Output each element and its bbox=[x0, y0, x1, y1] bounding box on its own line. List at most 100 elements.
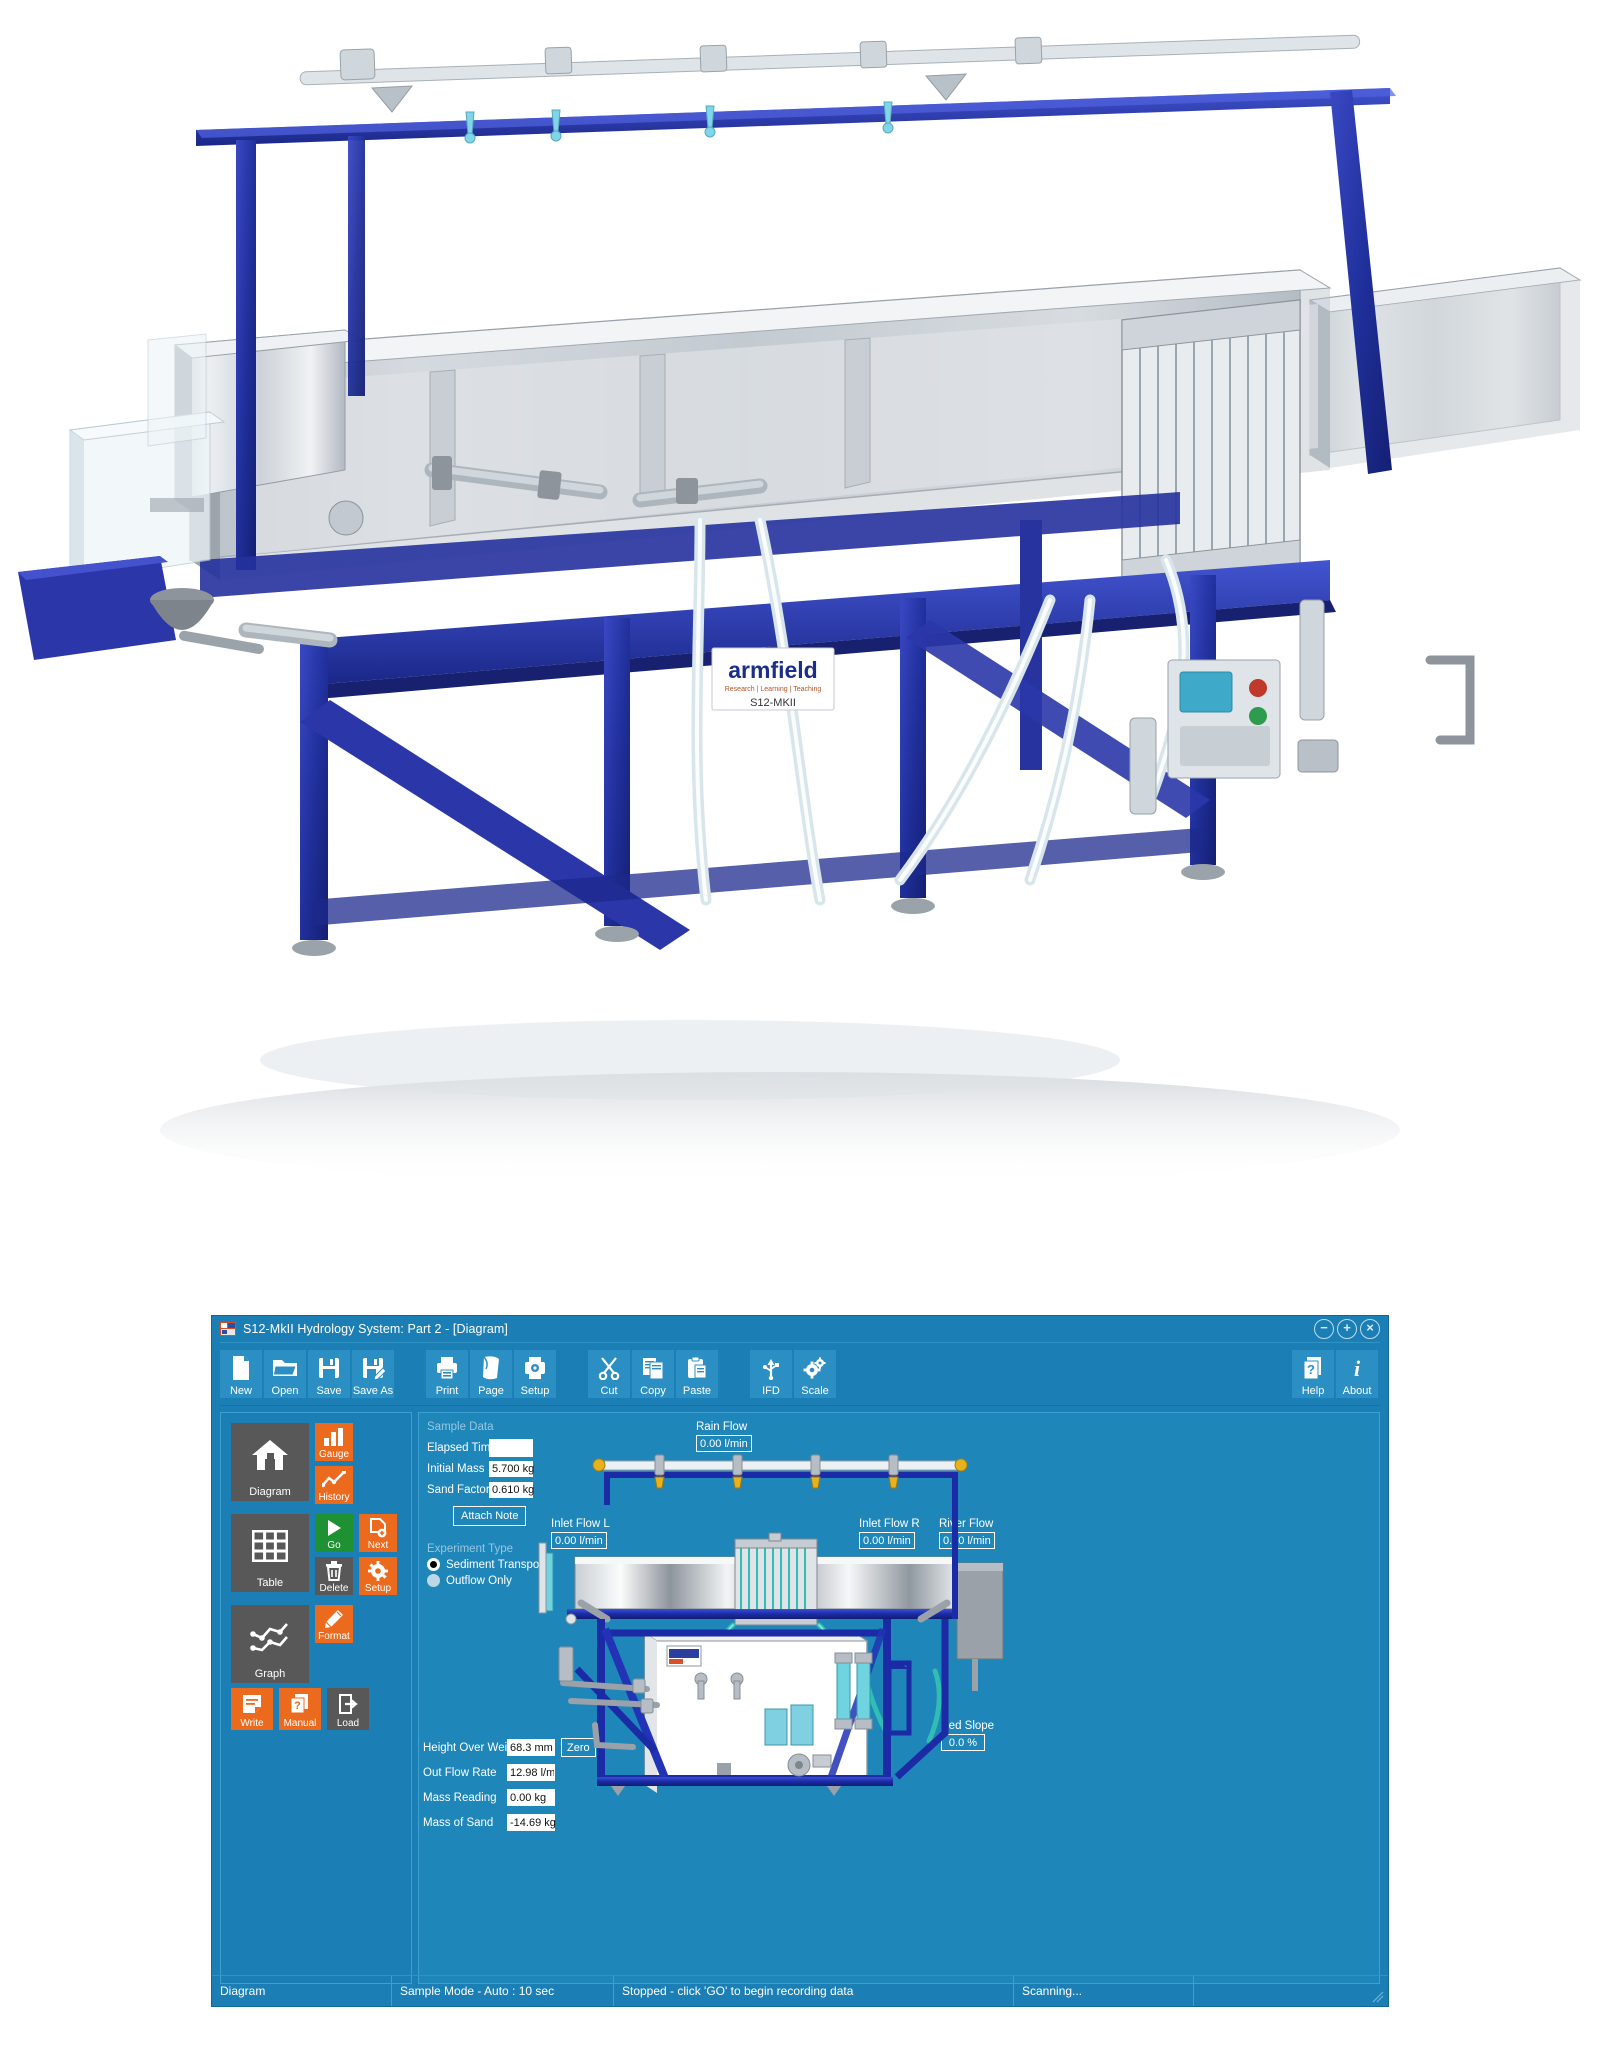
print-button[interactable]: Print bbox=[426, 1350, 468, 1398]
status-state: Stopped - click 'GO' to begin recording … bbox=[614, 1976, 1014, 2006]
sidebar-item-graph[interactable]: Graph bbox=[231, 1605, 309, 1683]
question-book-icon: ? bbox=[290, 1688, 310, 1719]
scale-button[interactable]: Scale bbox=[794, 1350, 836, 1398]
sidebar-item-go[interactable]: Go bbox=[315, 1514, 353, 1552]
sidebar-col-2a: Go Delete bbox=[315, 1514, 353, 1600]
out-flow-rate-label: Out Flow Rate bbox=[423, 1766, 497, 1779]
sidebar-item-table[interactable]: Table bbox=[231, 1514, 309, 1592]
scissors-icon bbox=[588, 1350, 630, 1385]
app-icon bbox=[220, 1322, 236, 1336]
printer-gear-icon bbox=[514, 1350, 556, 1385]
field-sand-factor: Sand Factor 0.610 kg bbox=[427, 1479, 547, 1500]
radio-outflow-only-dot bbox=[427, 1574, 440, 1587]
window-controls: − + × bbox=[1314, 1319, 1380, 1339]
status-sample-mode: Sample Mode - Auto : 10 sec bbox=[392, 1976, 614, 2006]
copy-button[interactable]: Copy bbox=[632, 1350, 674, 1398]
product-photo: armfield Research | Learning | Teaching … bbox=[0, 0, 1600, 1290]
sidebar-item-go-label: Go bbox=[327, 1540, 341, 1551]
sidebar-item-load-label: Load bbox=[336, 1718, 360, 1729]
title-bar[interactable]: S12-MkII Hydrology System: Part 2 - [Dia… bbox=[212, 1316, 1388, 1342]
toolbar-group-edit: Cut Copy Paste bbox=[588, 1350, 720, 1398]
load-arrow-icon bbox=[338, 1688, 358, 1719]
sidebar-item-delete-label: Delete bbox=[319, 1583, 349, 1594]
svg-text:Research | Learning | Teaching: Research | Learning | Teaching bbox=[725, 686, 822, 693]
sidebar-col-3a: Format bbox=[315, 1605, 353, 1648]
toolbar: New Open Save Save As Print Page Setup C… bbox=[220, 1342, 1380, 1406]
sidebar-item-setup[interactable]: Setup bbox=[359, 1557, 397, 1595]
save-as-label: Save As bbox=[352, 1385, 394, 1397]
floppy-disk-pencil-icon bbox=[352, 1350, 394, 1385]
ifd-button[interactable]: IFD bbox=[750, 1350, 792, 1398]
status-scanning: Scanning... bbox=[1014, 1976, 1194, 2006]
toolbar-group-print: Print Page Setup bbox=[426, 1350, 558, 1398]
sidebar-item-graph-label: Graph bbox=[254, 1668, 286, 1680]
paste-label: Paste bbox=[682, 1385, 712, 1397]
line-chart-icon bbox=[322, 1466, 346, 1493]
open-button[interactable]: Open bbox=[264, 1350, 306, 1398]
sidebar-item-manual[interactable]: ? Manual bbox=[279, 1688, 321, 1730]
status-spacer bbox=[1194, 1976, 1388, 2006]
initial-mass-value[interactable]: 5.700 kg bbox=[489, 1460, 534, 1477]
question-pages-icon: ? bbox=[1292, 1350, 1334, 1385]
sidebar-item-diagram-label: Diagram bbox=[249, 1486, 291, 1498]
help-button[interactable]: ? Help bbox=[1292, 1350, 1334, 1398]
open-label: Open bbox=[271, 1385, 299, 1397]
sidebar-item-history[interactable]: History bbox=[315, 1466, 353, 1504]
sidebar-item-format[interactable]: Format bbox=[315, 1605, 353, 1643]
clipboard-paste-icon bbox=[676, 1350, 718, 1385]
sidebar-item-format-label: Format bbox=[318, 1631, 350, 1642]
resize-grip[interactable] bbox=[1372, 1991, 1384, 2003]
new-button[interactable]: New bbox=[220, 1350, 262, 1398]
play-triangle-icon bbox=[325, 1514, 343, 1541]
save-button[interactable]: Save bbox=[308, 1350, 350, 1398]
application-window: S12-MkII Hydrology System: Part 2 - [Dia… bbox=[212, 1316, 1388, 2006]
sidebar-item-delete[interactable]: Delete bbox=[315, 1557, 353, 1595]
sidebar-item-write[interactable]: Write bbox=[231, 1688, 273, 1730]
pencil-icon bbox=[324, 1605, 344, 1632]
setup-label: Setup bbox=[520, 1385, 550, 1397]
sand-factor-value[interactable]: 0.610 kg bbox=[489, 1481, 534, 1498]
toolbar-group-help: ? Help i About bbox=[1292, 1350, 1380, 1398]
window-title: S12-MkII Hydrology System: Part 2 - [Dia… bbox=[243, 1322, 508, 1336]
save-as-button[interactable]: Save As bbox=[352, 1350, 394, 1398]
sidebar: Diagram Gauge History Table Go Delete Ne… bbox=[220, 1412, 412, 1984]
diagram-canvas: Sample Data Elapsed Time Initial Mass 5.… bbox=[418, 1412, 1380, 1984]
mass-of-sand-label: Mass of Sand bbox=[423, 1816, 494, 1829]
print-label: Print bbox=[435, 1385, 459, 1397]
sidebar-item-diagram[interactable]: Diagram bbox=[231, 1423, 309, 1501]
radio-sediment-transport-dot bbox=[427, 1558, 440, 1571]
page-button[interactable]: Page bbox=[470, 1350, 512, 1398]
attach-note-button[interactable]: Attach Note bbox=[453, 1506, 527, 1526]
sand-factor-label: Sand Factor bbox=[427, 1483, 490, 1496]
sidebar-item-load[interactable]: Load bbox=[327, 1688, 369, 1730]
status-bar: Diagram Sample Mode - Auto : 10 sec Stop… bbox=[212, 1975, 1388, 2006]
minimize-button[interactable]: − bbox=[1314, 1319, 1334, 1339]
rain-flow-label: Rain Flow bbox=[696, 1421, 748, 1433]
floppy-disk-icon bbox=[308, 1350, 350, 1385]
gear-cog-icon bbox=[368, 1557, 388, 1584]
initial-mass-label: Initial Mass bbox=[427, 1462, 485, 1475]
paste-button[interactable]: Paste bbox=[676, 1350, 718, 1398]
maximize-button[interactable]: + bbox=[1337, 1319, 1357, 1339]
radio-outflow-only-label: Outflow Only bbox=[446, 1574, 512, 1587]
sidebar-item-next-label: Next bbox=[367, 1540, 389, 1551]
cut-button[interactable]: Cut bbox=[588, 1350, 630, 1398]
open-folder-icon bbox=[264, 1350, 306, 1385]
toolbar-group-device: IFD Scale bbox=[750, 1350, 838, 1398]
copy-label: Copy bbox=[640, 1385, 666, 1397]
sidebar-item-next[interactable]: Next bbox=[359, 1514, 397, 1552]
radio-sediment-transport-label: Sediment Transport bbox=[446, 1558, 547, 1571]
printer-setup-button[interactable]: Setup bbox=[514, 1350, 556, 1398]
brand-wordmark: armfield bbox=[728, 657, 817, 683]
sidebar-row-graph: Graph Format bbox=[231, 1605, 411, 1683]
cut-label: Cut bbox=[600, 1385, 618, 1397]
about-button[interactable]: i About bbox=[1336, 1350, 1378, 1398]
close-button[interactable]: × bbox=[1360, 1319, 1380, 1339]
elapsed-time-value[interactable] bbox=[489, 1438, 533, 1457]
new-document-icon bbox=[220, 1350, 262, 1385]
sidebar-row-table: Table Go Delete Next Setup bbox=[231, 1514, 411, 1600]
elapsed-time-label: Elapsed Time bbox=[427, 1441, 497, 1454]
help-label: Help bbox=[1301, 1385, 1325, 1397]
height-over-weir-label: Height Over Weir bbox=[423, 1741, 511, 1754]
sidebar-item-gauge[interactable]: Gauge bbox=[315, 1423, 353, 1461]
